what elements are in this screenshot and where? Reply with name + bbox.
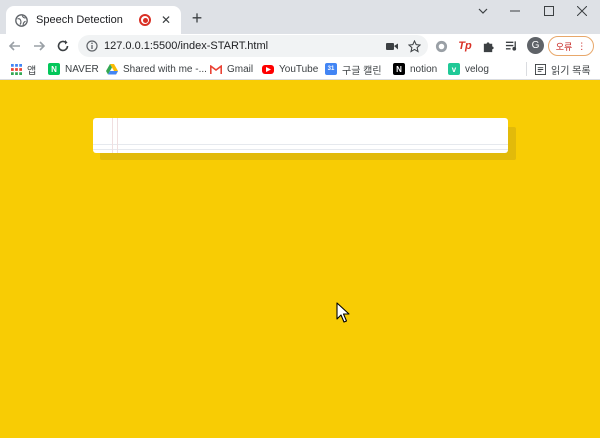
tab-search-button[interactable]	[466, 0, 500, 22]
bookmark-google-calendar[interactable]: 31 구글 캘린	[325, 61, 382, 77]
close-tab-icon[interactable]: ✕	[159, 13, 173, 27]
bookmarks-separator	[526, 62, 527, 76]
google-calendar-icon: 31	[325, 63, 337, 75]
maximize-icon	[544, 6, 554, 16]
reading-list-icon	[534, 63, 546, 75]
new-tab-button[interactable]: +	[188, 9, 206, 27]
bookmarks-bar: 앱 N NAVER Shared with me -... Gmail YouT…	[0, 58, 600, 80]
extensions-puzzle-icon[interactable]	[479, 37, 497, 55]
bookmark-gmail[interactable]: Gmail	[210, 61, 253, 77]
reading-list-button[interactable]: 읽기 목록	[534, 61, 591, 77]
forward-button[interactable]	[30, 37, 48, 55]
bookmark-velog[interactable]: v velog	[448, 61, 489, 77]
globe-icon	[14, 13, 28, 27]
reload-button[interactable]	[54, 37, 72, 55]
close-window-button[interactable]	[565, 0, 599, 22]
paper-margin-line	[117, 118, 118, 153]
close-icon	[577, 6, 587, 16]
reload-icon	[57, 40, 69, 52]
more-vert-icon: ⋮	[577, 40, 587, 51]
arrow-left-icon	[8, 41, 20, 51]
velog-icon: v	[448, 63, 460, 75]
error-label: 오류	[555, 41, 573, 52]
notion-icon: N	[393, 63, 405, 75]
youtube-icon	[262, 64, 274, 74]
site-info-icon	[86, 40, 98, 52]
profile-error-button[interactable]: 오류 ⋮	[548, 36, 594, 56]
apps-grid-icon	[10, 63, 22, 75]
chevron-down-icon	[478, 8, 488, 14]
google-drive-icon	[106, 63, 118, 75]
paper-margin-line	[112, 118, 113, 153]
bookmark-star-icon[interactable]	[406, 38, 422, 54]
maximize-window-button[interactable]	[532, 0, 566, 22]
tab-strip: Speech Detection ✕ +	[0, 0, 600, 34]
page-content	[0, 81, 600, 438]
extension-clock-icon[interactable]	[432, 37, 450, 55]
camera-in-use-icon[interactable]	[384, 38, 400, 54]
extension-tp-icon[interactable]: Tp	[456, 37, 474, 55]
bookmark-shared-with-me[interactable]: Shared with me -...	[106, 61, 207, 77]
transcript-paper	[93, 118, 508, 153]
minimize-window-button[interactable]	[498, 0, 532, 22]
recording-indicator-icon	[139, 14, 151, 26]
bookmark-apps[interactable]: 앱	[10, 61, 36, 77]
naver-icon: N	[48, 63, 60, 75]
bookmark-youtube[interactable]: YouTube	[262, 61, 318, 77]
mouse-cursor-icon	[336, 302, 350, 323]
minimize-icon	[510, 10, 520, 12]
browser-toolbar: 127.0.0.1:5500/index-START.html Tp G 오류 …	[0, 34, 600, 58]
url-text: 127.0.0.1:5500/index-START.html	[104, 40, 269, 52]
bookmark-notion[interactable]: N notion	[393, 61, 437, 77]
back-button[interactable]	[6, 37, 24, 55]
address-bar[interactable]: 127.0.0.1:5500/index-START.html	[78, 35, 428, 57]
media-control-icon[interactable]	[502, 37, 520, 55]
gmail-icon	[210, 63, 222, 75]
tab-title: Speech Detection	[36, 14, 123, 26]
browser-tab-speech-detection[interactable]: Speech Detection ✕	[6, 6, 181, 34]
arrow-right-icon	[34, 41, 46, 51]
profile-avatar[interactable]: G	[527, 37, 544, 54]
bookmark-naver[interactable]: N NAVER	[48, 61, 99, 77]
